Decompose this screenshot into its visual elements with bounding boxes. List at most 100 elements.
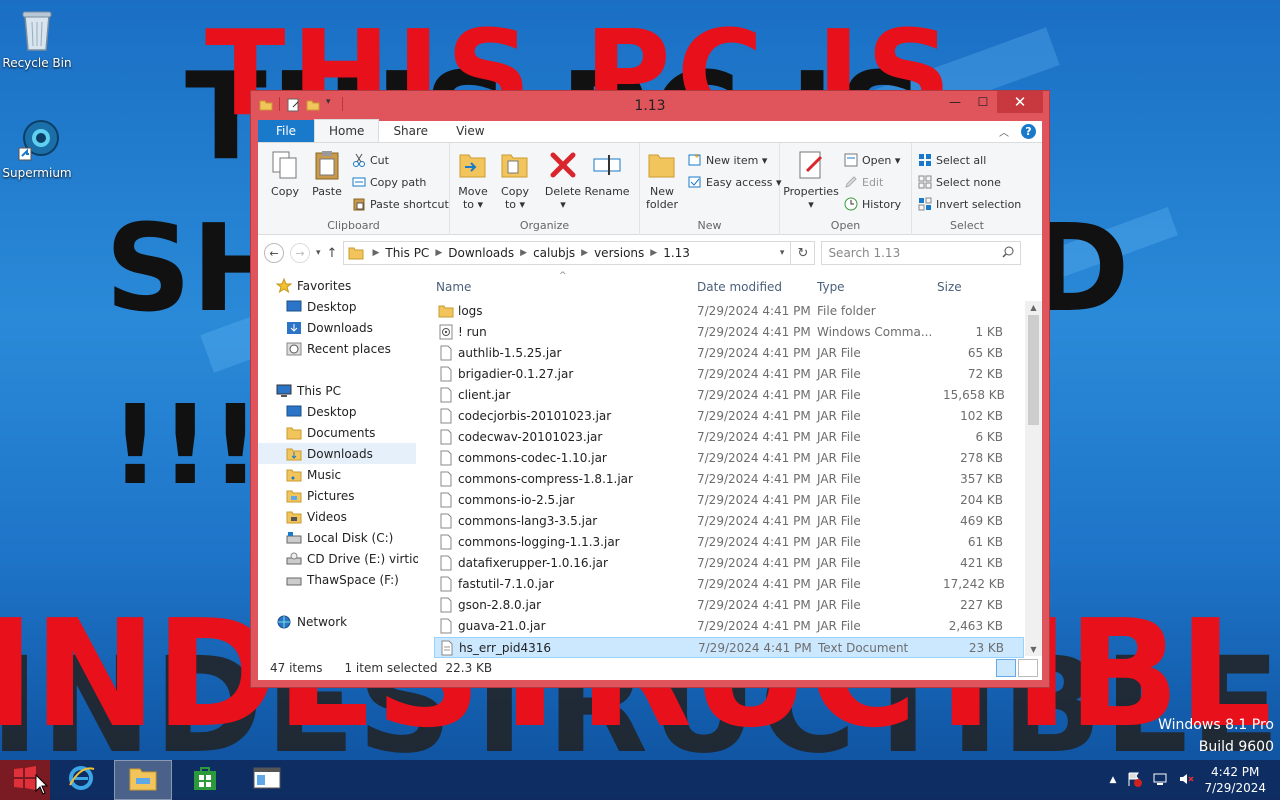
taskbar-file-explorer[interactable] — [114, 760, 172, 800]
address-bar[interactable]: ▶ This PC ▶ Downloads ▶ calubjs ▶ versio… — [343, 241, 792, 265]
properties-button[interactable]: Properties ▾ — [782, 149, 840, 211]
file-row[interactable]: ! run 7/29/2024 4:41 PM Windows Comma... 1 … — [434, 322, 1024, 343]
new-item-button[interactable]: New item ▾ — [688, 151, 767, 169]
tab-file[interactable]: File — [258, 120, 314, 142]
search-input[interactable]: Search 1.13 — [821, 241, 1022, 265]
details-view-button[interactable] — [996, 659, 1016, 677]
paste-button[interactable]: Paste — [308, 149, 346, 198]
clock-time: 4:42 PM — [1211, 765, 1260, 779]
nav-favorites-downloads[interactable]: Downloads — [286, 317, 373, 338]
rename-button[interactable]: Rename — [584, 149, 630, 198]
back-button[interactable]: ← — [264, 243, 284, 263]
nav-pc-videos[interactable]: Videos — [286, 506, 347, 527]
close-button[interactable]: ✕ — [997, 91, 1043, 113]
tab-view[interactable]: View — [442, 120, 498, 142]
paste-shortcut-button[interactable]: Paste shortcut — [352, 195, 449, 213]
file-row[interactable]: guava-21.0.jar 7/29/2024 4:41 PM JAR File 2… — [434, 616, 1024, 637]
file-size: 1 KB — [975, 325, 1003, 339]
file-row[interactable]: brigadier-0.1.27.jar 7/29/2024 4:41 PM JAR… — [434, 364, 1024, 385]
forward-button[interactable]: → — [290, 243, 310, 263]
column-date-modified[interactable]: Date modified — [697, 280, 782, 294]
minimize-button[interactable]: — — [941, 91, 969, 113]
scroll-up-arrow[interactable]: ▲ — [1025, 303, 1042, 312]
file-size: 357 KB — [960, 472, 1003, 486]
file-icon — [438, 534, 454, 550]
nav-local-disk[interactable]: Local Disk (C:) — [286, 527, 393, 548]
show-hidden-icons-icon[interactable]: ▲ — [1110, 775, 1117, 785]
history-button[interactable]: History — [844, 195, 901, 213]
move-to-button[interactable]: Move to ▾ — [454, 149, 492, 211]
help-icon[interactable]: ? — [1021, 124, 1036, 139]
column-type[interactable]: Type — [817, 280, 845, 294]
breadcrumb-current[interactable]: 1.13 — [659, 246, 694, 260]
breadcrumb-downloads[interactable]: Downloads — [444, 246, 518, 260]
scrollbar-thumb[interactable] — [1028, 315, 1039, 425]
breadcrumb-this-pc[interactable]: This PC — [381, 246, 433, 260]
select-all-button[interactable]: Select all — [918, 151, 986, 169]
nav-pc-pictures[interactable]: Pictures — [286, 485, 355, 506]
nav-favorites[interactable]: Favorites — [276, 275, 351, 296]
nav-thawspace[interactable]: ThawSpace (F:) — [286, 569, 399, 590]
breadcrumb-calubjs[interactable]: calubjs — [529, 246, 579, 260]
column-name[interactable]: Name — [436, 280, 471, 294]
open-button[interactable]: Open ▾ — [844, 151, 900, 169]
taskbar-app-window[interactable] — [238, 760, 296, 800]
taskbar-store[interactable] — [176, 760, 234, 800]
file-row[interactable]: commons-io-2.5.jar 7/29/2024 4:41 PM JAR F… — [434, 490, 1024, 511]
network-status-icon[interactable] — [1152, 771, 1168, 790]
tab-home[interactable]: Home — [314, 119, 380, 142]
breadcrumb-versions[interactable]: versions — [590, 246, 648, 260]
action-center-flag-icon[interactable] — [1126, 771, 1143, 790]
address-dropdown-icon[interactable]: ▾ — [780, 248, 785, 258]
file-row[interactable]: gson-2.8.0.jar 7/29/2024 4:41 PM JAR File 2… — [434, 595, 1024, 616]
file-row[interactable]: codecwav-20101023.jar 7/29/2024 4:41 PM JA… — [434, 427, 1024, 448]
volume-muted-icon[interactable] — [1178, 771, 1194, 790]
desktop-icon-supermium[interactable]: Supermium — [0, 118, 77, 180]
new-folder-button[interactable]: New folder — [640, 149, 684, 211]
file-row[interactable]: commons-compress-1.8.1.jar 7/29/2024 4:41… — [434, 469, 1024, 490]
file-row[interactable]: commons-lang3-3.5.jar 7/29/2024 4:41 PM JA… — [434, 511, 1024, 532]
recent-locations-icon[interactable]: ▾ — [316, 248, 321, 258]
file-row[interactable]: codecjorbis-20101023.jar 7/29/2024 4:41 P… — [434, 406, 1024, 427]
desktop-icon-recycle-bin[interactable]: Recycle Bin — [0, 8, 77, 70]
nav-cd-drive[interactable]: CD Drive (E:) virtio-v — [286, 548, 418, 569]
title-bar[interactable]: ▾ 1.13 — ☐ ✕ — [251, 91, 1049, 121]
file-row[interactable]: datafixerupper-1.0.16.jar 7/29/2024 4:41 … — [434, 553, 1024, 574]
file-row[interactable]: commons-logging-1.1.3.jar 7/29/2024 4:41 … — [434, 532, 1024, 553]
edit-button[interactable]: Edit — [844, 173, 883, 191]
refresh-icon[interactable]: ↻ — [791, 241, 816, 265]
taskbar-internet-explorer[interactable] — [52, 760, 110, 800]
file-row[interactable]: logs 7/29/2024 4:41 PM File folder — [434, 301, 1024, 322]
file-row[interactable]: fastutil-7.1.0.jar 7/29/2024 4:41 PM JAR F… — [434, 574, 1024, 595]
column-size[interactable]: Size — [937, 280, 962, 294]
vertical-scrollbar[interactable]: ▲ ▼ — [1025, 301, 1042, 656]
delete-button[interactable]: Delete ▾ — [544, 149, 582, 211]
nav-pc-desktop[interactable]: Desktop — [286, 401, 357, 422]
nav-pc-documents[interactable]: Documents — [286, 422, 375, 443]
easy-access-button[interactable]: Easy access ▾ — [688, 173, 782, 191]
file-row[interactable]: commons-codec-1.10.jar 7/29/2024 4:41 PM J… — [434, 448, 1024, 469]
collapse-ribbon-icon[interactable]: ︿ — [999, 124, 1009, 139]
file-row[interactable]: hs_err_pid4316 7/29/2024 4:41 PM Text Docu… — [434, 637, 1024, 658]
copy-path-button[interactable]: Copy path — [352, 173, 426, 191]
nav-favorites-desktop[interactable]: Desktop — [286, 296, 357, 317]
large-icons-view-button[interactable] — [1018, 659, 1038, 677]
scroll-down-arrow[interactable]: ▼ — [1025, 645, 1042, 654]
up-arrow-icon[interactable]: ↑ — [327, 246, 338, 261]
file-size: 65 KB — [967, 346, 1003, 360]
cut-button[interactable]: Cut — [352, 151, 389, 169]
tab-share[interactable]: Share — [379, 120, 442, 142]
file-row[interactable]: client.jar 7/29/2024 4:41 PM JAR File 15,65… — [434, 385, 1024, 406]
file-row[interactable]: authlib-1.5.25.jar 7/29/2024 4:41 PM JAR F… — [434, 343, 1024, 364]
nav-pc-downloads[interactable]: Downloads — [258, 443, 416, 464]
nav-pc-music[interactable]: Music — [286, 464, 341, 485]
nav-network[interactable]: Network — [276, 611, 347, 632]
copy-button[interactable]: Copy — [266, 149, 304, 198]
maximize-button[interactable]: ☐ — [969, 91, 997, 113]
select-none-button[interactable]: Select none — [918, 173, 1001, 191]
taskbar-clock[interactable]: 4:42 PM 7/29/2024 — [1204, 764, 1266, 796]
invert-selection-button[interactable]: Invert selection — [918, 195, 1021, 213]
copy-to-button[interactable]: Copy to ▾ — [496, 149, 534, 211]
nav-this-pc[interactable]: This PC — [276, 380, 341, 401]
nav-recent-places[interactable]: Recent places — [286, 338, 391, 359]
